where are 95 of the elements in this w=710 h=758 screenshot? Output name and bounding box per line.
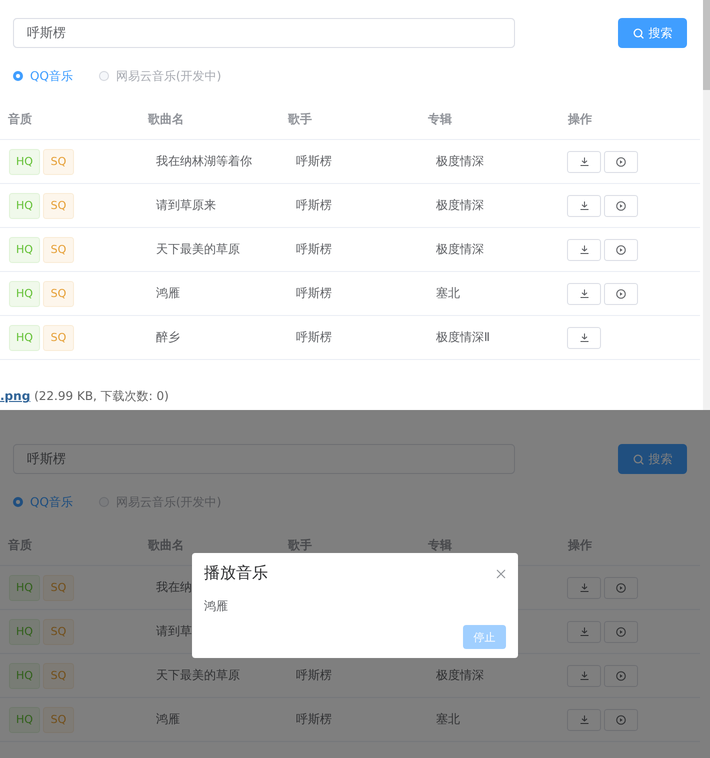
album-name: 塞北	[436, 712, 460, 726]
singer-name: 呼斯楞	[296, 286, 332, 300]
download-icon	[580, 583, 588, 592]
album-name: 塞北	[436, 286, 460, 300]
singer-name: 呼斯楞	[296, 154, 332, 168]
play-button[interactable]	[604, 194, 638, 216]
search-icon	[632, 28, 644, 38]
download-button[interactable]	[567, 194, 601, 216]
download-icon	[580, 715, 588, 724]
download-button[interactable]	[567, 576, 601, 598]
column-header: 专辑	[427, 111, 453, 128]
stop-button[interactable]: 停止	[463, 625, 506, 649]
play-button[interactable]	[604, 150, 638, 172]
song-name: 鸿雁	[156, 712, 180, 726]
scrollbar-thumb[interactable]	[703, 0, 710, 90]
play-icon	[616, 156, 626, 166]
quality-tag: SQ	[43, 280, 74, 306]
quality-tag: SQ	[43, 706, 74, 732]
quality-tag: SQ	[43, 324, 74, 350]
download-button[interactable]	[567, 326, 601, 348]
download-icon	[580, 671, 588, 680]
quality-tag: SQ	[43, 148, 74, 174]
singer-name: 呼斯楞	[296, 712, 332, 726]
song-name: 鸿雁	[156, 286, 180, 300]
quality-tag: HQ	[9, 324, 40, 350]
album-name: 极度情深	[436, 668, 484, 682]
play-icon	[616, 200, 626, 210]
song-name: 醉乡	[156, 330, 180, 344]
download-icon	[580, 627, 588, 636]
quality-tag: SQ	[43, 662, 74, 688]
download-icon	[580, 245, 588, 254]
album-name: 极度情深	[436, 242, 484, 256]
play-icon	[616, 626, 626, 636]
play-icon	[616, 670, 626, 680]
search-field[interactable]: 呼斯楞	[13, 444, 515, 474]
download-button[interactable]	[567, 282, 601, 304]
quality-tag: HQ	[9, 706, 40, 732]
quality-tag: HQ	[9, 574, 40, 600]
download-icon	[580, 289, 588, 298]
singer-name: 呼斯楞	[296, 198, 332, 212]
download-icon	[580, 201, 588, 210]
download-button[interactable]	[567, 708, 601, 730]
singer-name: 呼斯楞	[296, 242, 332, 256]
quality-tag: SQ	[43, 574, 74, 600]
close-icon[interactable]	[496, 568, 506, 578]
quality-tag: HQ	[9, 236, 40, 262]
column-header: 音质	[7, 111, 33, 128]
file-info: (22.99 KB, 下载次数: 0)	[33, 389, 169, 403]
play-icon	[616, 714, 626, 724]
download-icon	[580, 157, 588, 166]
album-name: 极度情深	[436, 154, 484, 168]
play-button[interactable]	[604, 620, 638, 642]
radio-option[interactable]: QQ音乐	[13, 68, 73, 84]
album-name: 极度情深Ⅱ	[436, 330, 490, 344]
singer-name: 呼斯楞	[296, 330, 332, 344]
play-icon	[616, 582, 626, 592]
quality-tag: HQ	[9, 618, 40, 644]
download-button[interactable]	[567, 664, 601, 686]
quality-tag: HQ	[9, 280, 40, 306]
play-button[interactable]	[604, 664, 638, 686]
play-button[interactable]	[604, 576, 638, 598]
song-name: 天下最美的草原	[156, 242, 240, 256]
quality-tag: HQ	[9, 662, 40, 688]
radio-option[interactable]: QQ音乐	[13, 494, 73, 510]
song-name: 请到草	[156, 624, 192, 638]
column-header: 歌曲名	[146, 111, 185, 128]
song-name: 我在纳林湖等着你	[156, 154, 252, 168]
play-icon	[616, 244, 626, 254]
download-button[interactable]	[567, 150, 601, 172]
search-icon	[632, 454, 644, 464]
download-icon	[580, 333, 588, 342]
download-button[interactable]	[567, 620, 601, 642]
column-header: 操作	[566, 111, 593, 128]
search-field[interactable]: 呼斯楞	[13, 18, 515, 48]
play-button[interactable]	[604, 282, 638, 304]
quality-tag: SQ	[43, 192, 74, 218]
download-button[interactable]	[567, 238, 601, 260]
quality-tag: HQ	[9, 148, 40, 174]
dialog-title: 播放音乐	[204, 563, 268, 584]
song-name: 天下最美的草原	[156, 668, 240, 682]
quality-tag: SQ	[43, 618, 74, 644]
file-link[interactable]: .png	[0, 389, 30, 403]
album-name: 极度情深	[436, 198, 484, 212]
search-button[interactable]: 搜索	[618, 18, 687, 48]
quality-tag: HQ	[9, 192, 40, 218]
singer-name: 呼斯楞	[296, 668, 332, 682]
play-button[interactable]	[604, 238, 638, 260]
quality-tag: SQ	[43, 236, 74, 262]
dialog-message: 鸿雁	[204, 599, 228, 613]
search-button[interactable]: 搜索	[618, 444, 687, 474]
column-header: 歌手	[286, 111, 313, 128]
play-button[interactable]	[604, 708, 638, 730]
song-name: 请到草原来	[156, 198, 216, 212]
play-icon	[616, 288, 626, 298]
song-name: 我在纳	[156, 580, 192, 594]
